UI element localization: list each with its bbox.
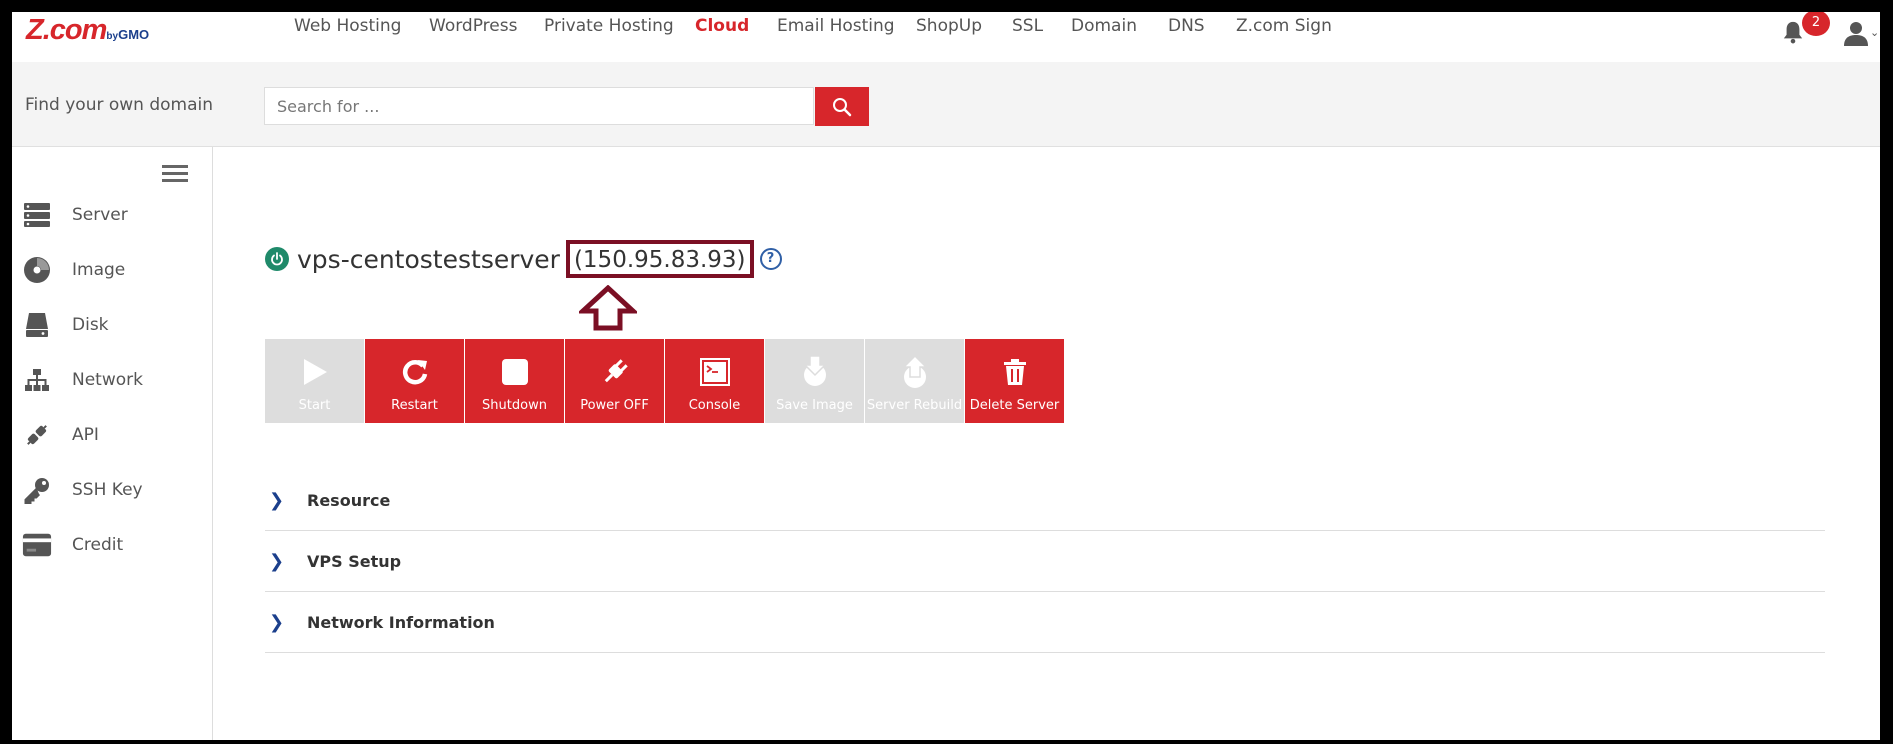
nav-item-ssl[interactable]: SSL xyxy=(1012,16,1043,36)
sidebar-item-label: Server xyxy=(72,205,128,225)
sidebar-item-image[interactable]: Image xyxy=(22,250,207,290)
menu-toggle-icon[interactable] xyxy=(162,165,188,185)
main-content: vps-centostestserver (150.95.83.93) ? St… xyxy=(212,147,1880,740)
shutdown-button[interactable]: Shutdown xyxy=(465,339,564,423)
sidebar-item-api[interactable]: API xyxy=(22,415,207,455)
app-window: Z.combyGMO Web Hosting WordPress Private… xyxy=(12,12,1880,740)
section-title: VPS Setup xyxy=(307,551,402,571)
sidebar-item-ssh-key[interactable]: SSH Key xyxy=(22,470,207,510)
nav-item-wordpress[interactable]: WordPress xyxy=(429,16,517,36)
server-title: vps-centostestserver (150.95.83.93) ? xyxy=(265,240,782,278)
sidebar-item-label: API xyxy=(72,425,99,445)
plug-icon xyxy=(599,355,631,389)
console-button[interactable]: Console xyxy=(665,339,764,423)
rebuild-icon xyxy=(899,355,931,389)
chevron-right-icon: ❯ xyxy=(269,489,285,511)
sidebar-item-disk[interactable]: Disk xyxy=(22,305,207,345)
brand-logo[interactable]: Z.combyGMO xyxy=(26,14,149,47)
chevron-right-icon: ❯ xyxy=(269,611,285,633)
search-icon xyxy=(833,97,852,116)
logo-gmo-text: GMO xyxy=(118,27,150,42)
stop-icon xyxy=(501,355,529,389)
nav-item-dns[interactable]: DNS xyxy=(1168,16,1205,36)
play-icon xyxy=(301,355,329,389)
network-icon xyxy=(22,365,52,395)
user-icon[interactable] xyxy=(1843,20,1869,46)
nav-item-email-hosting[interactable]: Email Hosting xyxy=(777,16,895,36)
chevron-right-icon: ❯ xyxy=(269,550,285,572)
sidebar-item-label: Image xyxy=(72,260,126,280)
section-vps-setup[interactable]: ❯ VPS Setup xyxy=(265,531,1825,592)
save-image-button[interactable]: Save Image xyxy=(765,339,864,423)
trash-icon xyxy=(1003,355,1027,389)
section-network-information[interactable]: ❯ Network Information xyxy=(265,592,1825,653)
sidebar-item-label: SSH Key xyxy=(72,480,143,500)
top-navbar: Z.combyGMO Web Hosting WordPress Private… xyxy=(12,12,1880,56)
logo-main-text: Z.com xyxy=(26,14,107,46)
action-label: Console xyxy=(688,398,741,413)
nav-item-private-hosting[interactable]: Private Hosting xyxy=(544,16,674,36)
sidebar-item-server[interactable]: Server xyxy=(22,195,207,235)
sidebar: Server Image Disk Network API SSH Key Cr… xyxy=(12,147,213,740)
logo-by-text: by xyxy=(106,31,119,42)
nav-item-zcom-sign[interactable]: Z.com Sign xyxy=(1236,16,1332,36)
sidebar-item-label: Credit xyxy=(72,535,124,555)
search-button[interactable] xyxy=(815,87,869,126)
save-image-icon xyxy=(799,355,831,389)
action-label: Delete Server xyxy=(969,398,1060,413)
section-title: Network Information xyxy=(307,612,495,632)
sidebar-item-label: Network xyxy=(72,370,143,390)
server-rebuild-button[interactable]: Server Rebuild xyxy=(865,339,964,423)
action-label: Power OFF xyxy=(580,398,649,413)
disc-icon xyxy=(22,255,52,285)
action-label: Shutdown xyxy=(482,398,547,413)
server-icon xyxy=(22,200,52,230)
bell-icon[interactable] xyxy=(1782,20,1804,44)
credit-card-icon xyxy=(22,530,52,560)
help-icon[interactable]: ? xyxy=(759,248,782,270)
restart-icon xyxy=(400,355,430,389)
nav-item-web-hosting[interactable]: Web Hosting xyxy=(294,16,401,36)
sidebar-item-network[interactable]: Network xyxy=(22,360,207,400)
search-label: Find your own domain xyxy=(25,95,214,115)
search-input[interactable] xyxy=(264,87,814,125)
sidebar-item-label: Disk xyxy=(72,315,109,335)
server-ip-address: (150.95.83.93) xyxy=(565,240,754,278)
start-button[interactable]: Start xyxy=(265,339,364,423)
action-label: Start xyxy=(298,398,331,413)
action-label: Restart xyxy=(391,398,438,413)
chevron-down-icon[interactable]: ⌄ xyxy=(1870,26,1879,39)
section-title: Resource xyxy=(307,490,391,510)
key-icon xyxy=(22,475,52,505)
nav-item-cloud[interactable]: Cloud xyxy=(695,16,749,36)
disk-icon xyxy=(22,310,52,340)
notification-badge: 2 xyxy=(1802,12,1830,36)
restart-button[interactable]: Restart xyxy=(365,339,464,423)
sidebar-item-credit[interactable]: Credit xyxy=(22,525,207,565)
domain-search-bar: Find your own domain xyxy=(12,62,1880,147)
section-resource[interactable]: ❯ Resource xyxy=(265,470,1825,531)
arrow-up-icon xyxy=(579,285,637,331)
action-label: Server Rebuild xyxy=(866,398,963,413)
console-icon xyxy=(699,355,730,389)
nav-item-domain[interactable]: Domain xyxy=(1071,16,1137,36)
server-action-toolbar: Start Restart Shutdown Power OFF Console… xyxy=(265,339,1065,423)
power-status-icon xyxy=(265,247,289,271)
action-label: Save Image xyxy=(776,398,853,413)
api-icon xyxy=(22,420,52,450)
power-off-button[interactable]: Power OFF xyxy=(565,339,664,423)
delete-server-button[interactable]: Delete Server xyxy=(965,339,1064,423)
server-name: vps-centostestserver xyxy=(297,244,560,274)
nav-item-shopup[interactable]: ShopUp xyxy=(916,16,982,36)
